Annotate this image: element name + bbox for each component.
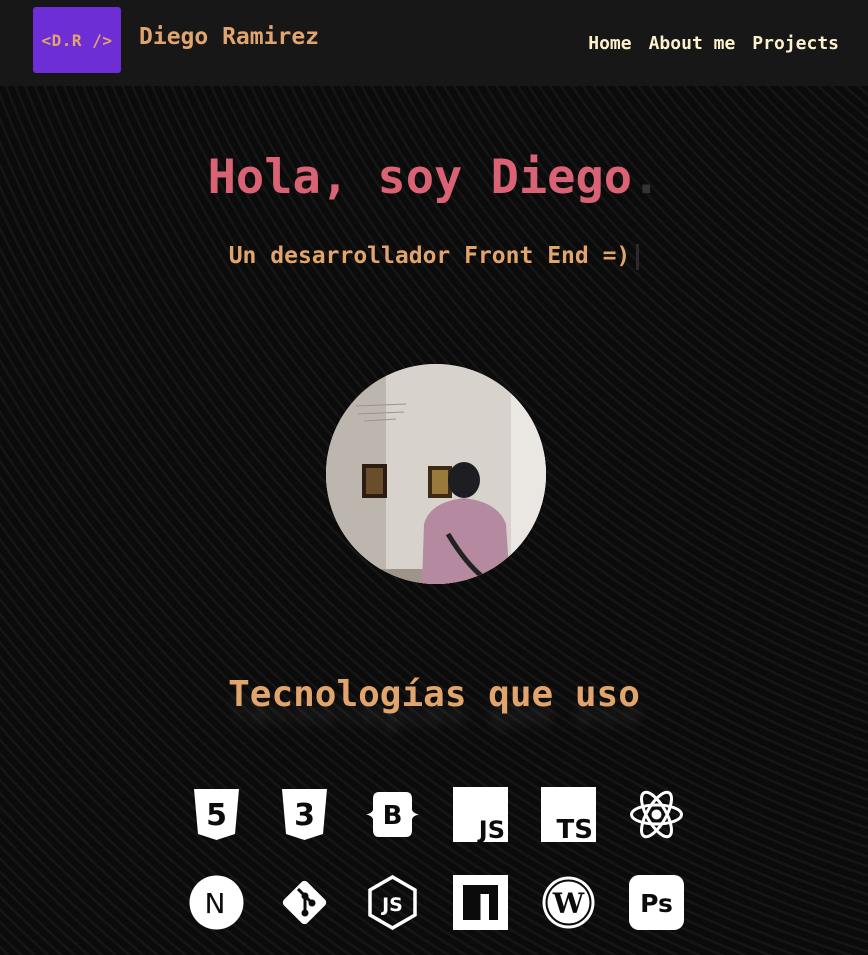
tech-item: TS xyxy=(541,787,596,842)
tech-item: JS xyxy=(453,787,508,842)
technologies-grid: 5 3 B JS TS N JS W Ps xyxy=(189,787,684,930)
hero-subtitle: Un desarrollador Front End =) xyxy=(0,243,868,270)
wordpress-icon: W xyxy=(542,876,595,929)
nextjs-label: N xyxy=(205,887,226,920)
photoshop-label: Ps xyxy=(640,889,673,918)
html5-icon: 5 xyxy=(194,789,239,840)
main-nav: Home About me Projects xyxy=(588,33,839,54)
photoshop-icon: Ps xyxy=(629,875,684,930)
nav-projects-link[interactable]: Projects xyxy=(752,33,839,54)
tech-item: JS xyxy=(365,875,420,930)
logo[interactable]: <D.R /> xyxy=(33,7,121,73)
npm-icon xyxy=(453,875,508,930)
tech-item: 3 xyxy=(277,787,332,842)
react-icon xyxy=(630,790,683,839)
javascript-label: JS xyxy=(477,816,505,842)
typing-cursor xyxy=(636,243,640,270)
tech-item xyxy=(453,875,508,930)
hero-title-dot: . xyxy=(632,150,661,205)
site-header: <D.R /> Diego Ramirez Home About me Proj… xyxy=(0,0,868,86)
tech-item: Ps xyxy=(629,875,684,930)
css3-icon: 3 xyxy=(282,789,327,840)
hero-subtitle-text: Un desarrollador Front End =) xyxy=(228,243,631,269)
profile-photo xyxy=(326,364,546,584)
javascript-icon: JS xyxy=(453,787,508,842)
nav-about-link[interactable]: About me xyxy=(649,33,736,54)
nodejs-label: JS xyxy=(380,894,403,916)
typescript-icon: TS xyxy=(541,787,596,842)
bootstrap-icon: B xyxy=(366,792,419,837)
html5-label: 5 xyxy=(206,798,227,833)
typescript-label: TS xyxy=(557,815,593,842)
bootstrap-label: B xyxy=(383,801,403,831)
nav-home-link[interactable]: Home xyxy=(588,33,631,54)
nextjs-icon: N xyxy=(189,875,244,930)
profile-photo-illustration xyxy=(326,364,546,584)
css3-label: 3 xyxy=(294,798,315,833)
wordpress-label: W xyxy=(552,887,585,920)
tech-item: B xyxy=(365,787,420,842)
tech-item xyxy=(277,875,332,930)
hero-title: Hola, soy Diego. xyxy=(0,150,868,205)
git-icon xyxy=(282,880,327,925)
technologies-title: Tecnologías que uso xyxy=(228,674,640,715)
tech-item: N xyxy=(189,875,244,930)
nodejs-icon: JS xyxy=(368,875,417,930)
tech-item: W xyxy=(541,875,596,930)
hero-title-text: Hola, soy Diego xyxy=(207,150,633,205)
tech-item xyxy=(629,787,684,842)
brand-name: Diego Ramirez xyxy=(139,24,320,50)
tech-item: 5 xyxy=(189,787,244,842)
